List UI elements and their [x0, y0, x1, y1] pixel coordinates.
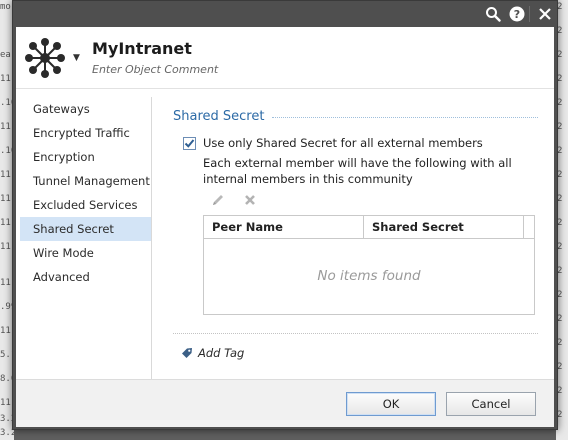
- edit-icon[interactable]: [209, 191, 227, 209]
- sidebar-item-tunnel-management[interactable]: Tunnel Management: [20, 169, 151, 193]
- dialog-footer: OK Cancel: [16, 379, 554, 427]
- sidebar-item-advanced[interactable]: Advanced: [20, 265, 151, 289]
- sidebar-item-encryption[interactable]: Encryption: [20, 145, 151, 169]
- add-tag-label[interactable]: Add Tag: [198, 346, 244, 360]
- column-header-shared-secret[interactable]: Shared Secret: [364, 216, 524, 238]
- tag-divider: [173, 333, 538, 334]
- community-icon[interactable]: [24, 37, 66, 79]
- bg-fragment: 11: [0, 122, 11, 132]
- community-properties-dialog: ? ▼ MyIntranet Enter Object Comment Gate…: [12, 0, 558, 430]
- shared-secret-panel: Shared Secret Use only Shared Secret for…: [173, 109, 538, 360]
- bg-fragment: 11: [0, 398, 11, 408]
- table-header: Peer Name Shared Secret: [204, 216, 534, 239]
- bg-fragment: 11: [0, 278, 11, 288]
- description-text: Each external member will have the follo…: [203, 156, 512, 186]
- bg-fragment: 11: [0, 194, 11, 204]
- ok-button[interactable]: OK: [346, 392, 436, 416]
- titlebar-separator: [529, 6, 530, 22]
- object-name[interactable]: MyIntranet: [92, 39, 192, 58]
- section-divider: [272, 117, 538, 118]
- column-header-peer-name[interactable]: Peer Name: [204, 216, 364, 238]
- shared-secret-table[interactable]: Peer Name Shared Secret No items found: [203, 215, 535, 315]
- svg-text:?: ?: [514, 8, 520, 21]
- bg-fragment: 11: [0, 326, 11, 336]
- shared-secret-checkbox[interactable]: [183, 136, 196, 150]
- delete-icon[interactable]: [241, 191, 259, 209]
- bg-fragment: 11: [0, 218, 11, 228]
- table-toolbar: [209, 191, 259, 209]
- sidebar-item-wire-mode[interactable]: Wire Mode: [20, 241, 151, 265]
- sidebar-item-gateways[interactable]: Gateways: [20, 97, 151, 121]
- help-icon[interactable]: ?: [507, 4, 527, 24]
- bg-fragment: 11: [0, 74, 11, 84]
- bg-fragment: 11: [0, 242, 11, 252]
- section-title: Shared Secret: [173, 109, 265, 124]
- checkbox-label[interactable]: Use only Shared Secret for all external …: [203, 136, 483, 150]
- sidebar-item-excluded-services[interactable]: Excluded Services: [20, 193, 151, 217]
- bg-fragment: mo: [0, 2, 11, 12]
- tag-icon: [182, 348, 192, 358]
- sidebar-nav: Gateways Encrypted Traffic Encryption Tu…: [20, 97, 152, 379]
- object-comment-field[interactable]: Enter Object Comment: [92, 63, 218, 76]
- chevron-down-icon[interactable]: ▼: [73, 53, 80, 63]
- section-header: Shared Secret: [173, 109, 538, 124]
- sidebar-item-shared-secret[interactable]: Shared Secret: [20, 217, 151, 241]
- bg-fragment: 11: [0, 170, 11, 180]
- empty-table-message: No items found: [317, 268, 421, 284]
- object-header: ▼ MyIntranet Enter Object Comment: [16, 27, 554, 89]
- search-icon[interactable]: [483, 4, 503, 24]
- close-icon[interactable]: [535, 4, 555, 24]
- shared-secret-option[interactable]: Use only Shared Secret for all external …: [183, 136, 483, 150]
- dialog-body: ▼ MyIntranet Enter Object Comment Gatewa…: [16, 27, 554, 427]
- add-tag-link[interactable]: Add Tag: [181, 346, 244, 360]
- sidebar-item-encrypted-traffic[interactable]: Encrypted Traffic: [20, 121, 151, 145]
- checkmark-icon: [184, 138, 195, 148]
- cancel-button[interactable]: Cancel: [446, 392, 536, 416]
- dialog-titlebar[interactable]: ?: [13, 1, 557, 26]
- bg-fragment: ea: [0, 50, 11, 60]
